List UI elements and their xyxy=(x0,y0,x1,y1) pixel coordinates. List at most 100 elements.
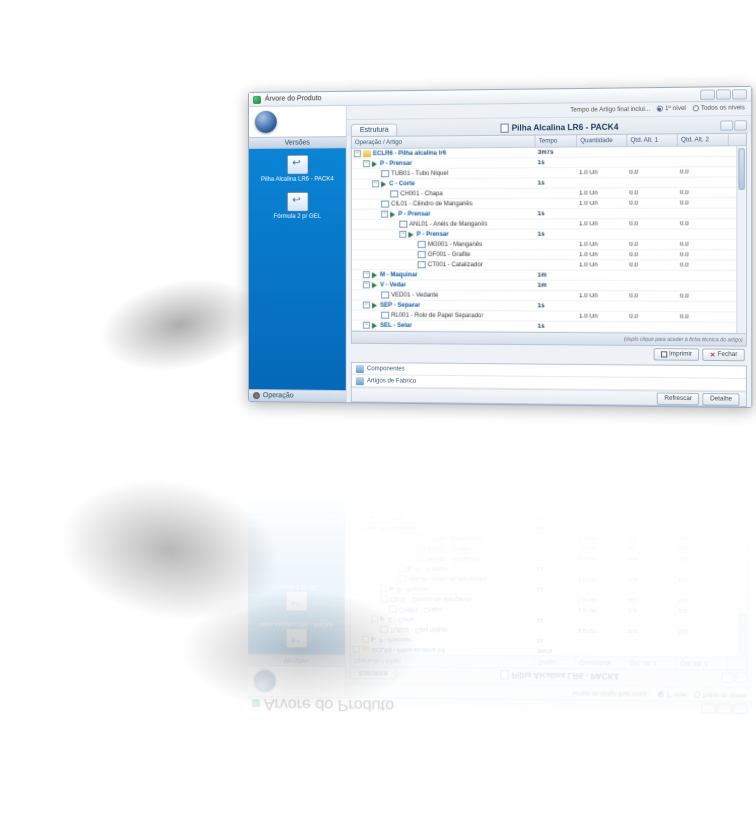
sidebar: Versões Pilha Alcalina LR6 - PACK4 Fórmu… xyxy=(249,106,347,402)
close-button[interactable]: ✕Fechar xyxy=(704,440,746,453)
col-time[interactable]: Tempo xyxy=(535,656,577,668)
sidebar-footer-operation[interactable]: Operação xyxy=(249,389,346,402)
expand-toggle[interactable]: − xyxy=(362,636,369,643)
expand-toggle[interactable]: − xyxy=(371,616,378,623)
table-row[interactable]: −SEP - Separar1s xyxy=(351,491,747,503)
maximize-button[interactable] xyxy=(717,704,732,715)
col-operation-article[interactable]: Operação / Artigo xyxy=(351,655,535,668)
table-row[interactable]: −M - Maquinar1m xyxy=(351,522,747,533)
nav-prev-button[interactable] xyxy=(720,120,733,130)
expand-toggle[interactable]: − xyxy=(381,211,388,218)
sidebar-item-version-0[interactable]: Pilha Alcalina LR6 - PACK4 xyxy=(253,154,342,184)
expand-toggle[interactable]: − xyxy=(380,585,387,592)
table-row[interactable]: −P - Prensar1s xyxy=(352,229,746,240)
col-alt1[interactable]: Qtd. Alt. 1 xyxy=(627,134,678,146)
table-row[interactable]: CT001 - Catalizador1.0 Un0.00.0 xyxy=(351,532,747,543)
radio-all-levels[interactable]: Todos os níveis xyxy=(693,691,746,698)
expand-toggle[interactable]: − xyxy=(363,271,370,278)
expand-toggle[interactable]: − xyxy=(362,474,369,481)
expand-toggle[interactable]: − xyxy=(362,494,369,501)
item-icon xyxy=(418,261,426,268)
logo-disc-icon xyxy=(255,111,277,133)
expand-toggle[interactable]: − xyxy=(362,525,369,532)
close-window-button[interactable] xyxy=(733,704,748,715)
nav-next-button[interactable] xyxy=(734,120,747,131)
expand-toggle[interactable]: − xyxy=(363,301,370,308)
tree-grid: Operação / Artigo Tempo Quantidade Qtd. … xyxy=(350,467,748,671)
sidebar-item-version-1[interactable]: Fórmula 2 p/ GEL xyxy=(253,192,342,222)
table-row[interactable]: ANL01 - Anéis de Manganês1.0 Un0.00.0 xyxy=(351,573,747,584)
col-alt2[interactable]: Qtd. Alt. 2 xyxy=(677,657,728,669)
table-row[interactable]: −P - Prensar1s xyxy=(351,634,747,647)
expand-toggle[interactable]: − xyxy=(372,180,379,187)
print-button[interactable]: Imprimir xyxy=(654,440,700,453)
table-row[interactable]: −ECLR6 - Pilha alcalina lr63m7s xyxy=(351,644,747,657)
col-quantity[interactable]: Quantidade xyxy=(576,657,626,669)
nav-prev-button[interactable] xyxy=(721,672,734,682)
expand-toggle[interactable]: − xyxy=(363,281,370,288)
table-row[interactable]: RL001 - Rolo de Papel Separador1.0 Un0.0… xyxy=(351,480,747,492)
item-icon xyxy=(380,595,388,602)
table-row[interactable]: ANL01 - Anéis de Manganês1.0 Un0.00.0 xyxy=(352,219,746,230)
expand-toggle[interactable]: − xyxy=(399,231,406,238)
table-row[interactable]: CH001 - Chapa1.0 Un0.00.0 xyxy=(351,603,747,615)
bottom-row-components[interactable]: Componentes xyxy=(351,422,747,438)
table-row[interactable]: COLA - Cola1.0 Un0.00.0 xyxy=(351,468,747,473)
item-icon xyxy=(418,251,426,258)
detail-button[interactable]: Detalhe xyxy=(703,392,740,405)
sidebar-item-version-1[interactable]: Fórmula 2 p/ GEL xyxy=(252,582,341,612)
expand-toggle[interactable]: − xyxy=(398,565,405,572)
time-include-label: Tempo de Artigo final inclui... xyxy=(570,106,650,113)
table-row[interactable]: MG001 - Manganês1.0 Un0.00.0 xyxy=(352,240,746,250)
row-label: TUB01 - Tubo Niquel xyxy=(391,170,448,176)
version-icon xyxy=(285,591,307,611)
vertical-scrollbar[interactable] xyxy=(736,146,746,333)
tab-structure[interactable]: Estrutura xyxy=(351,124,398,137)
maximize-button[interactable] xyxy=(716,89,731,100)
radio-first-level[interactable]: 1º nível xyxy=(658,690,687,697)
col-quantity[interactable]: Quantidade xyxy=(577,135,627,147)
action-bar: Imprimir ✕Fechar xyxy=(347,344,751,364)
radio-first-level[interactable]: 1º nível xyxy=(657,106,686,113)
minimize-button[interactable] xyxy=(700,89,715,100)
operation-icon xyxy=(371,475,376,481)
scroll-thumb[interactable] xyxy=(738,148,744,190)
close-button[interactable]: ✕Fechar xyxy=(703,348,745,361)
radio-all-levels[interactable]: Todos os níveis xyxy=(692,105,745,112)
table-row[interactable]: VED01 - Vedante1.0 Un0.00.0 xyxy=(351,501,747,513)
table-row[interactable]: CIL01 - Cilindro de Manganês1.0 Un0.00.0 xyxy=(351,593,747,605)
tab-structure[interactable]: Estrutura xyxy=(350,667,397,680)
expand-toggle[interactable]: − xyxy=(362,515,369,522)
bottom-row-articles[interactable]: Artigos de Fabrico xyxy=(351,410,747,426)
expand-toggle[interactable]: − xyxy=(363,322,370,329)
col-alt2[interactable]: Qtd. Alt. 2 xyxy=(678,134,729,146)
nav-next-button[interactable] xyxy=(735,672,748,683)
grid-body[interactable]: −ECLR6 - Pilha alcalina lr63m7s−P - Pren… xyxy=(352,146,746,333)
grid-body[interactable]: −ECLR6 - Pilha alcalina lr63m7s−P - Pren… xyxy=(351,468,747,657)
table-row[interactable]: GF001 - Grafite1.0 Un0.00.0 xyxy=(352,250,746,260)
table-row[interactable]: GF001 - Grafite1.0 Un0.00.0 xyxy=(351,543,747,553)
refresh-button[interactable]: Refrescar xyxy=(657,392,699,405)
table-row[interactable]: TUB01 - Tubo Niquel1.0 Un0.00.0 xyxy=(351,624,747,636)
vertical-scrollbar[interactable] xyxy=(737,468,747,657)
col-alt1[interactable]: Qtd. Alt. 1 xyxy=(626,657,677,669)
table-row[interactable]: −P - Prensar1s xyxy=(351,563,747,574)
print-button[interactable]: Imprimir xyxy=(653,348,699,361)
table-row[interactable]: MG001 - Manganês1.0 Un0.00.0 xyxy=(351,553,747,563)
col-operation-article[interactable]: Operação / Artigo xyxy=(352,136,536,149)
expand-toggle[interactable]: − xyxy=(353,646,360,653)
close-window-button[interactable] xyxy=(732,89,747,100)
minimize-button[interactable] xyxy=(701,704,716,715)
table-row[interactable]: −V - Vedar1m xyxy=(351,511,747,522)
expand-toggle[interactable]: − xyxy=(354,150,361,157)
expand-toggle[interactable]: − xyxy=(363,160,370,167)
row-label: SEP - Separar xyxy=(379,495,419,501)
sidebar-item-version-0[interactable]: Pilha Alcalina LR6 - PACK4 xyxy=(252,619,341,649)
titlebar[interactable]: Árvore do Produto xyxy=(248,696,752,716)
table-row[interactable]: −P - Prensar1s xyxy=(351,583,747,594)
table-row[interactable]: −SEL - Selar1s xyxy=(351,470,747,483)
table-row[interactable]: CT001 - Catalizador1.0 Un0.00.0 xyxy=(352,260,746,271)
table-row[interactable]: −C - Corte1s xyxy=(351,613,747,625)
scroll-thumb[interactable] xyxy=(740,613,746,655)
col-time[interactable]: Tempo xyxy=(536,135,578,147)
